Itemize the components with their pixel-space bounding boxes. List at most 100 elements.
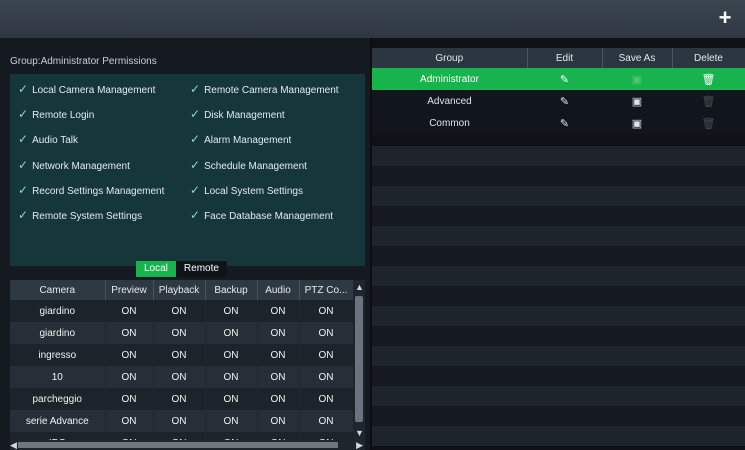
group-title: Group:Administrator Permissions [10, 56, 157, 67]
group-row-administrator[interactable]: Administrator ✎ ▣ 🗑 [372, 68, 745, 90]
vertical-scroll-thumb[interactable] [355, 296, 363, 422]
permission-item[interactable]: ✓ Alarm Management [190, 132, 291, 146]
cell-playback[interactable]: ON [153, 322, 206, 344]
col-audio[interactable]: Audio [257, 280, 300, 300]
group-name: Common [372, 112, 527, 134]
cell-audio[interactable]: ON [257, 366, 300, 388]
cell-audio[interactable]: ON [257, 388, 300, 410]
row-stripe [372, 166, 745, 186]
permission-item[interactable]: ✓ Remote System Settings [18, 208, 142, 222]
row-stripe [372, 186, 745, 206]
table-row[interactable]: serie Advance ON ON ON ON ON [10, 410, 354, 432]
col-save-as[interactable]: Save As [602, 48, 673, 68]
cell-backup[interactable]: ON [205, 388, 258, 410]
cell-preview[interactable]: ON [105, 300, 154, 322]
cell-playback[interactable]: ON [153, 388, 206, 410]
check-icon: ✓ [18, 208, 29, 222]
permission-label: Alarm Management [204, 135, 292, 146]
permission-item[interactable]: ✓ Remote Camera Management [190, 82, 339, 96]
col-camera[interactable]: Camera [10, 280, 106, 300]
group-row-advanced[interactable]: Advanced ✎ ▣ 🗑 [372, 90, 745, 112]
cell-preview[interactable]: ON [105, 388, 154, 410]
cell-backup[interactable]: ON [205, 300, 258, 322]
cell-ptz[interactable]: ON [299, 344, 354, 366]
permission-label: Local System Settings [204, 186, 303, 197]
pencil-icon[interactable]: ✎ [560, 117, 569, 130]
cell-ptz[interactable]: ON [299, 300, 354, 322]
row-stripe [372, 426, 745, 446]
trash-icon: 🗑 [701, 117, 716, 130]
save-icon[interactable]: ▣ [632, 117, 642, 130]
check-icon: ✓ [190, 82, 201, 96]
check-icon: ✓ [18, 82, 29, 96]
table-row[interactable]: parcheggio ON ON ON ON ON [10, 388, 354, 410]
col-delete[interactable]: Delete [672, 48, 745, 68]
permission-item[interactable]: ✓ Record Settings Management [18, 183, 164, 197]
horizontal-scrollbar[interactable]: ◀ ▶ [10, 440, 365, 450]
col-playback[interactable]: Playback [153, 280, 206, 300]
permission-item[interactable]: ✓ Schedule Management [190, 158, 307, 172]
cell-ptz[interactable]: ON [299, 322, 354, 344]
cell-playback[interactable]: ON [153, 366, 206, 388]
col-ptz[interactable]: PTZ Co... [299, 280, 354, 300]
permission-item[interactable]: ✓ Face Database Management [190, 208, 333, 222]
cell-preview[interactable]: ON [105, 366, 154, 388]
cell-preview[interactable]: ON [105, 344, 154, 366]
trash-icon[interactable]: 🗑 [702, 73, 716, 86]
save-icon[interactable]: ▣ [632, 95, 642, 108]
cell-ptz[interactable]: ON [299, 388, 354, 410]
table-row[interactable]: giardino ON ON ON ON ON [10, 300, 354, 322]
permission-item[interactable]: ✓ Local Camera Management [18, 82, 155, 96]
vertical-scrollbar[interactable]: ▲ ▼ [353, 280, 365, 440]
cell-ptz[interactable]: ON [299, 410, 354, 432]
top-bar: + [0, 0, 745, 38]
tab-local[interactable]: Local [136, 261, 176, 277]
check-icon: ✓ [190, 132, 201, 146]
cell-backup[interactable]: ON [205, 366, 258, 388]
check-icon: ✓ [190, 208, 201, 222]
permission-label: Record Settings Management [32, 186, 165, 197]
cell-audio[interactable]: ON [257, 300, 300, 322]
check-icon: ✓ [190, 107, 201, 121]
pencil-icon[interactable]: ✎ [560, 95, 569, 108]
cell-audio[interactable]: ON [257, 344, 300, 366]
cell-preview[interactable]: ON [105, 322, 154, 344]
col-backup[interactable]: Backup [205, 280, 258, 300]
permission-item[interactable]: ✓ Disk Management [190, 107, 285, 121]
cell-ptz[interactable]: ON [299, 366, 354, 388]
permission-item[interactable]: ✓ Network Management [18, 158, 130, 172]
cell-backup[interactable]: ON [205, 344, 258, 366]
tab-remote[interactable]: Remote [175, 261, 227, 277]
cell-backup[interactable]: ON [205, 322, 258, 344]
camera-permissions-table: Camera Preview Playback Backup Audio PTZ… [10, 280, 365, 450]
permission-item[interactable]: ✓ Local System Settings [190, 183, 303, 197]
cell-playback[interactable]: ON [153, 300, 206, 322]
pencil-icon[interactable]: ✎ [560, 73, 569, 86]
scroll-down-icon[interactable]: ▼ [355, 428, 364, 438]
add-group-button[interactable]: + [713, 6, 737, 30]
group-row-common[interactable]: Common ✎ ▣ 🗑 [372, 112, 745, 134]
row-stripe [372, 326, 745, 346]
table-row[interactable]: giardino ON ON ON ON ON [10, 322, 354, 344]
cell-audio[interactable]: ON [257, 322, 300, 344]
col-group[interactable]: Group [372, 48, 528, 68]
scroll-up-icon[interactable]: ▲ [355, 282, 364, 292]
permission-label: Remote System Settings [32, 211, 143, 222]
col-preview[interactable]: Preview [105, 280, 154, 300]
cell-audio[interactable]: ON [257, 410, 300, 432]
col-edit[interactable]: Edit [527, 48, 603, 68]
cell-preview[interactable]: ON [105, 410, 154, 432]
horizontal-scroll-thumb[interactable] [18, 442, 338, 448]
row-stripe [372, 386, 745, 406]
table-row[interactable]: 10 ON ON ON ON ON [10, 366, 354, 388]
cell-playback[interactable]: ON [153, 344, 206, 366]
permission-item[interactable]: ✓ Remote Login [18, 107, 94, 121]
table-row[interactable]: ingresso ON ON ON ON ON [10, 344, 354, 366]
permission-item[interactable]: ✓ Audio Talk [18, 132, 78, 146]
scroll-right-icon[interactable]: ▶ [356, 440, 363, 450]
scroll-left-icon[interactable]: ◀ [10, 440, 17, 450]
cell-backup[interactable]: ON [205, 410, 258, 432]
groups-table: Group Edit Save As Delete Administrator … [372, 48, 745, 134]
cell-playback[interactable]: ON [153, 410, 206, 432]
row-stripe [372, 286, 745, 306]
